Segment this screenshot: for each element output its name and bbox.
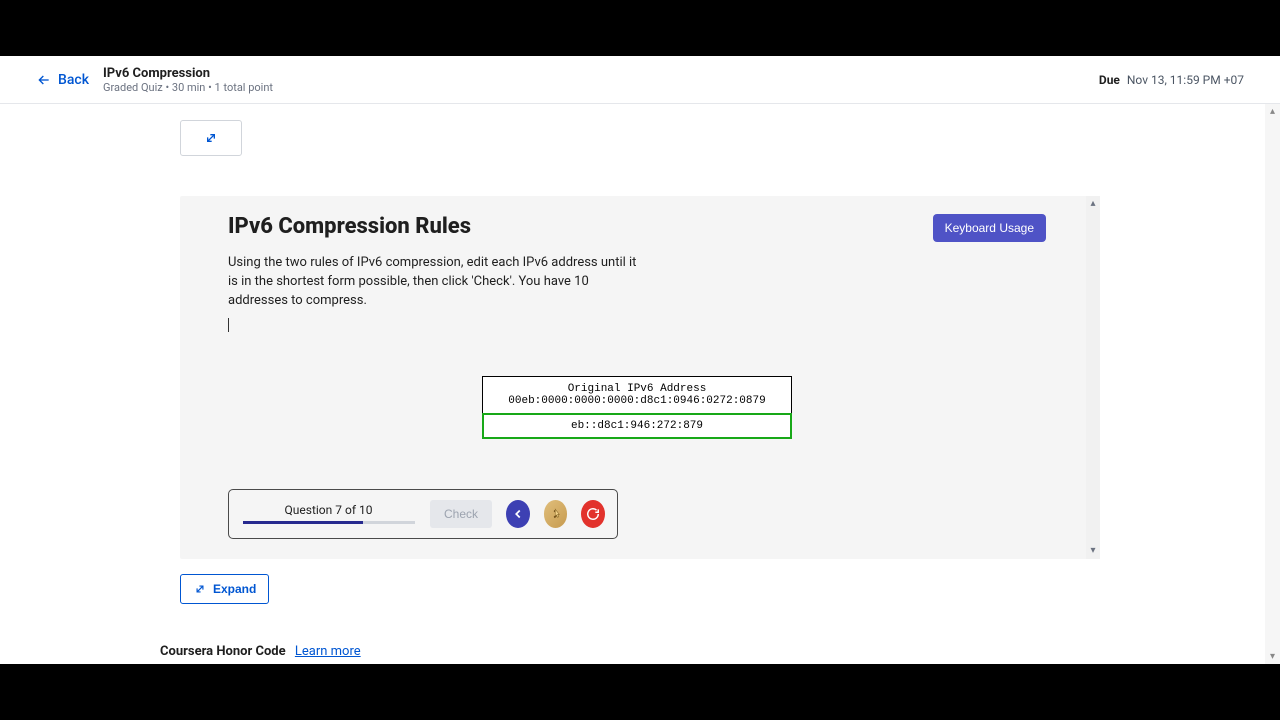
- page-subtitle: Graded Quiz • 30 min • 1 total point: [103, 81, 273, 94]
- refresh-icon: [586, 507, 600, 521]
- quiz-frame-wrap: IPv6 Compression Rules Keyboard Usage Us…: [180, 196, 1100, 604]
- page-scrollbar[interactable]: ▴ ▾: [1265, 104, 1280, 664]
- text-cursor-icon: [228, 318, 229, 332]
- keyboard-usage-button[interactable]: Keyboard Usage: [933, 214, 1046, 242]
- compressed-address-input[interactable]: eb::d8c1:946:272:879: [482, 413, 792, 439]
- back-label: Back: [58, 72, 89, 88]
- title-block: IPv6 Compression Graded Quiz • 30 min • …: [103, 66, 273, 94]
- chevron-right-icon: [549, 507, 563, 521]
- quiz-instructions: Using the two rules of IPv6 compression,…: [228, 254, 638, 311]
- scroll-up-icon: ▴: [1270, 106, 1275, 117]
- original-address-box: Original IPv6 Address 00eb:0000:0000:000…: [482, 376, 792, 413]
- quiz-scrollbar[interactable]: ▴ ▾: [1086, 196, 1100, 559]
- expand-icon: [203, 130, 219, 146]
- main-inner: IPv6 Compression Rules Keyboard Usage Us…: [180, 104, 1100, 664]
- quiz-header-row: IPv6 Compression Rules Keyboard Usage: [228, 214, 1046, 242]
- address-box: Original IPv6 Address 00eb:0000:0000:000…: [482, 376, 792, 439]
- quiz-title: IPv6 Compression Rules: [228, 214, 471, 239]
- app-window: Back IPv6 Compression Graded Quiz • 30 m…: [0, 56, 1280, 664]
- main-scroll-area[interactable]: ▴ ▾ IPv6 Compression Rules Keyboard Usag…: [0, 104, 1280, 664]
- honor-title-row: Coursera Honor Code Learn more: [160, 644, 1100, 659]
- check-button[interactable]: Check: [430, 500, 492, 528]
- question-info: Question 7 of 10: [241, 503, 416, 524]
- expand-bottom-button[interactable]: Expand: [180, 574, 269, 604]
- original-value: 00eb:0000:0000:0000:d8c1:0946:0272:0879: [493, 395, 781, 407]
- quiz-frame: IPv6 Compression Rules Keyboard Usage Us…: [180, 196, 1100, 559]
- due-label: Due: [1099, 73, 1120, 87]
- page-title: IPv6 Compression: [103, 66, 273, 81]
- question-text: Question 7 of 10: [285, 503, 373, 517]
- letterbox-bottom: [0, 664, 1280, 720]
- progress-bar-fill: [243, 521, 363, 524]
- expand-icon: [193, 582, 207, 596]
- back-button[interactable]: Back: [36, 72, 89, 88]
- honor-learn-more-link[interactable]: Learn more: [295, 644, 361, 659]
- scroll-up-icon: ▴: [1090, 199, 1095, 209]
- original-label: Original IPv6 Address: [493, 383, 781, 395]
- letterbox-top: [0, 0, 1280, 56]
- quiz-content: IPv6 Compression Rules Keyboard Usage Us…: [180, 196, 1086, 559]
- scroll-down-icon: ▾: [1270, 651, 1275, 662]
- honor-title: Coursera Honor Code: [160, 644, 286, 659]
- honor-code-section: Coursera Honor Code Learn more I, Thong …: [160, 644, 1100, 664]
- arrow-left-icon: [36, 72, 52, 88]
- prev-question-button[interactable]: [506, 500, 530, 528]
- expand-label: Expand: [213, 582, 256, 596]
- due-block: Due Nov 13, 11:59 PM +07: [1099, 73, 1244, 87]
- topbar-left: Back IPv6 Compression Graded Quiz • 30 m…: [36, 66, 273, 94]
- compressed-value: eb::d8c1:946:272:879: [571, 420, 703, 432]
- due-value: Nov 13, 11:59 PM +07: [1127, 73, 1244, 87]
- progress-bar: [243, 521, 415, 524]
- expand-top-button[interactable]: [180, 120, 242, 156]
- next-question-button[interactable]: [544, 500, 568, 528]
- scroll-down-icon: ▾: [1090, 546, 1095, 556]
- chevron-left-icon: [511, 507, 525, 521]
- progress-panel: Question 7 of 10 Check: [228, 489, 618, 539]
- reset-button[interactable]: [581, 500, 605, 528]
- topbar: Back IPv6 Compression Graded Quiz • 30 m…: [0, 56, 1280, 104]
